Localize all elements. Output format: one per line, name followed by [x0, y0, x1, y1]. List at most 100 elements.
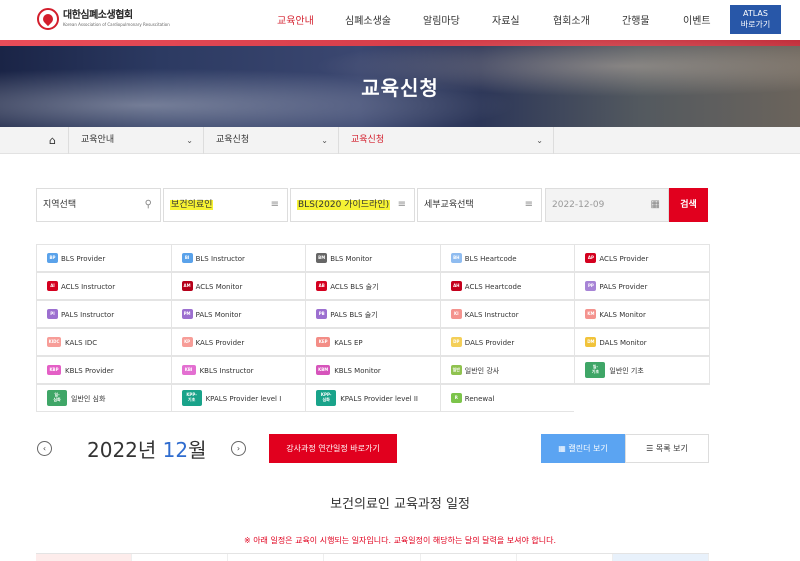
course-item[interactable]: PB PALS BLS 술기 — [305, 300, 441, 328]
breadcrumb-level-1-label: 교육안내 — [81, 135, 115, 145]
list-view-button[interactable]: ☰ 목록 보기 — [625, 434, 709, 463]
course-item[interactable]: KEP KALS EP — [305, 328, 441, 356]
nav-item-about[interactable]: 협회소개 — [553, 12, 590, 27]
course-badge: KIDC — [47, 337, 61, 347]
nav-item-cpr[interactable]: 심폐소생술 — [345, 12, 391, 27]
course-badge: AM — [181, 281, 193, 291]
category-select[interactable]: 보건의료인 ≡ — [163, 188, 288, 222]
course-item[interactable]: BI BLS Instructor — [170, 244, 307, 272]
course-item[interactable]: KIDC KALS IDC — [36, 328, 172, 356]
sub-course-select[interactable]: 세부교육선택 ≡ — [417, 188, 542, 222]
course-label: Renewal — [464, 395, 495, 403]
course-label: BLS Provider — [61, 255, 106, 263]
course-badge: PM — [181, 309, 193, 319]
calendar-icon: ▦ — [650, 199, 660, 210]
course-item[interactable]: 일- 심화 일반인 심화 — [36, 384, 172, 412]
course-label: DALS Provider — [464, 339, 515, 347]
course-badge: PP — [585, 281, 597, 291]
course-item[interactable]: KPP- 기초 KPALS Provider level I — [170, 384, 307, 412]
course-item[interactable]: KI KALS Instructor — [439, 300, 576, 328]
date-input-value: 2022-12-09 — [552, 200, 605, 210]
month-number: 12 — [162, 438, 189, 462]
nav-item-notice[interactable]: 알림마당 — [423, 12, 460, 27]
course-item[interactable]: PI PALS Instructor — [36, 300, 172, 328]
course-item[interactable]: PP PALS Provider — [574, 272, 710, 300]
course-item[interactable]: 일- 기초 일반인 기초 — [574, 356, 710, 384]
list-view-label: 목록 보기 — [655, 444, 688, 453]
breadcrumb: ⌂ 교육안내 ⌄ 교육신청 ⌄ 교육신청 ⌄ — [0, 127, 800, 154]
region-select[interactable]: 지역선택 ⚲ — [36, 188, 161, 222]
course-item[interactable]: DP DALS Provider — [439, 328, 576, 356]
course-item[interactable]: BP BLS Provider — [36, 244, 172, 272]
filter-icon: ≡ — [524, 199, 533, 210]
course-item[interactable]: BM BLS Monitor — [305, 244, 441, 272]
course-item[interactable]: KP KALS Provider — [170, 328, 307, 356]
month-suffix: 월 — [188, 438, 207, 462]
course-label: PALS Instructor — [61, 311, 115, 319]
course-item[interactable]: DM DALS Monitor — [574, 328, 710, 356]
nav-item-resources[interactable]: 자료실 — [492, 12, 520, 27]
course-label: PALS Monitor — [195, 311, 242, 319]
calendar-day-header — [36, 554, 133, 561]
course-select[interactable]: BLS(2020 가이드라인) ≡ — [290, 188, 415, 222]
course-item[interactable]: AH ACLS Heartcode — [439, 272, 576, 300]
course-label: DALS Monitor — [599, 339, 647, 347]
course-badge: BH — [450, 253, 462, 263]
course-badge: 일- 심화 — [47, 390, 67, 406]
region-select-value: 지역선택 — [43, 200, 77, 210]
breadcrumb-level-2[interactable]: 교육신청 ⌄ — [204, 127, 339, 154]
course-item[interactable]: AB ACLS BLS 술기 — [305, 272, 441, 300]
page-title: 교육신청 — [361, 76, 439, 100]
date-input[interactable]: 2022-12-09 ▦ — [545, 188, 669, 222]
home-icon[interactable]: ⌂ — [37, 127, 69, 154]
chevron-down-icon: ⌄ — [186, 136, 193, 145]
course-item[interactable]: KM KALS Monitor — [574, 300, 710, 328]
chevron-down-icon: ⌄ — [536, 136, 543, 145]
calendar-icon: ▦ — [558, 444, 569, 453]
prev-month-button[interactable]: ‹ — [37, 441, 52, 456]
course-item[interactable]: KBP KBLS Provider — [36, 356, 172, 384]
course-badge: KP — [181, 337, 193, 347]
course-label: ACLS BLS 술기 — [330, 283, 379, 291]
course-item[interactable]: AM ACLS Monitor — [170, 272, 307, 300]
course-badge: KBI — [181, 365, 196, 375]
site-header: 대한심폐소생협회 Korean Association of Cardiopul… — [0, 0, 800, 40]
course-badge: AP — [585, 253, 597, 263]
course-badge: KM — [585, 309, 597, 319]
calendar-day-header — [132, 554, 229, 561]
course-label: KALS Monitor — [599, 311, 646, 319]
list-icon: ☰ — [646, 444, 656, 453]
course-item[interactable]: AP ACLS Provider — [574, 244, 710, 272]
nav-item-education[interactable]: 교육안내 — [277, 12, 314, 27]
calendar-view-button[interactable]: ▦ 캘린더 보기 — [541, 434, 625, 463]
chevron-down-icon: ⌄ — [321, 136, 328, 145]
course-item[interactable]: PM PALS Monitor — [170, 300, 307, 328]
course-item[interactable]: 일반 일반인 강사 — [439, 356, 576, 384]
filter-icon: ≡ — [397, 199, 406, 210]
course-item[interactable]: R Renewal — [439, 384, 576, 412]
annual-schedule-button[interactable]: 강사과정 연간일정 바로가기 — [269, 434, 397, 463]
calendar-table — [36, 553, 709, 561]
breadcrumb-level-3[interactable]: 교육신청 ⌄ — [339, 127, 554, 154]
course-item[interactable]: AI ACLS Instructor — [36, 272, 172, 300]
breadcrumb-level-1[interactable]: 교육안내 ⌄ — [69, 127, 204, 154]
atlas-sublabel: 바로가기 — [740, 20, 771, 29]
atlas-shortcut-button[interactable]: ATLAS 바로가기 — [730, 5, 781, 34]
empty-cell — [574, 384, 710, 412]
next-month-button[interactable]: › — [231, 441, 246, 456]
course-badge: DP — [450, 337, 462, 347]
course-item[interactable]: BH BLS Heartcode — [439, 244, 576, 272]
course-label: KALS Provider — [195, 339, 245, 347]
search-button[interactable]: 검색 — [669, 188, 708, 222]
course-item[interactable]: KBM KBLS Monitor — [305, 356, 441, 384]
course-item[interactable]: KPP- 심화 KPALS Provider level II — [305, 384, 441, 412]
nav-item-events[interactable]: 이벤트 — [683, 12, 711, 27]
course-label: KALS Instructor — [464, 311, 519, 319]
course-badge: KBP — [47, 365, 61, 375]
course-item[interactable]: KBI KBLS Instructor — [170, 356, 307, 384]
nav-item-publications[interactable]: 간행물 — [622, 12, 650, 27]
course-select-value: BLS(2020 가이드라인) — [297, 200, 391, 210]
course-badge: BI — [181, 253, 193, 263]
course-badge: BM — [316, 253, 328, 263]
category-select-value: 보건의료인 — [170, 200, 214, 210]
